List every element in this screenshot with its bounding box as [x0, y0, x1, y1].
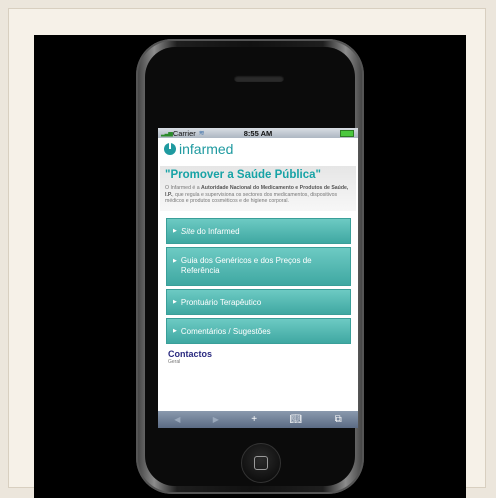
pages-icon[interactable]: ⧉ — [335, 414, 342, 425]
menu-prontuario-label: Prontuário Terapêutico — [180, 297, 262, 307]
menu-comentarios-button[interactable]: ▶ Comentários / Sugestões — [166, 318, 351, 345]
chevron-right-icon: ▶ — [173, 328, 177, 335]
logo-text[interactable]: infarmed — [179, 141, 233, 157]
bookmarks-icon[interactable]: 📖︎ — [290, 414, 303, 425]
hero-text-prefix: O Infarmed é a — [165, 185, 202, 191]
menu-prontuario-button[interactable]: ▶ Prontuário Terapêutico — [166, 289, 351, 316]
menu-site-button[interactable]: ▶ Site do Infarmed — [166, 218, 351, 245]
chevron-right-icon: ▶ — [173, 228, 177, 235]
chevron-right-icon: ▶ — [173, 258, 177, 265]
contacts-heading: Contactos — [168, 349, 213, 360]
battery-icon — [340, 130, 354, 137]
add-bookmark-icon[interactable]: + — [251, 414, 257, 425]
hero-banner: "Promover a Saúde Pública" O Infarmed é … — [160, 166, 356, 212]
menu-site-rest: do Infarmed — [194, 226, 240, 236]
menu-guia-button[interactable]: ▶ Guia dos Genéricos e dos Preços de Ref… — [166, 247, 351, 287]
hero-text-suffix: , que regula e supervisiona os sectores … — [165, 191, 338, 205]
status-time: 8:55 AM — [243, 128, 273, 138]
forward-icon[interactable]: ▶ — [213, 415, 219, 424]
status-bar: ▂▃▅ Carrier ≋ 8:55 AM — [158, 128, 358, 138]
iphone-device: ▂▃▅ Carrier ≋ 8:55 AM infarmed "Promover… — [136, 39, 364, 494]
home-button[interactable] — [241, 443, 281, 483]
speaker-grille — [234, 75, 284, 82]
infarmed-logo-icon[interactable] — [164, 141, 176, 155]
main-menu: ▶ Site do Infarmed ▶ Guia dos Genéricos … — [158, 218, 358, 345]
menu-site-label: Site do Infarmed — [181, 227, 240, 236]
hero-description: O Infarmed é a Autoridade Nacional do Me… — [165, 185, 352, 205]
menu-site-italic: Site — [180, 226, 195, 236]
phone-screen: ▂▃▅ Carrier ≋ 8:55 AM infarmed "Promover… — [158, 128, 358, 428]
menu-guia-label: Guia dos Genéricos e dos Preços de Refer… — [180, 256, 312, 276]
site-header: infarmed — [158, 138, 358, 160]
contacts-sub: Geral — [168, 359, 181, 366]
browser-toolbar: ◀ ▶ + 📖︎ ⧉ — [158, 411, 358, 428]
back-icon[interactable]: ◀ — [174, 415, 180, 424]
chevron-right-icon: ▶ — [173, 299, 177, 306]
menu-comentarios-label: Comentários / Sugestões — [180, 326, 271, 336]
phone-bezel: ▂▃▅ Carrier ≋ 8:55 AM infarmed "Promover… — [145, 47, 358, 486]
hero-title: "Promover a Saúde Pública" — [165, 169, 321, 181]
home-square-icon — [254, 456, 268, 470]
